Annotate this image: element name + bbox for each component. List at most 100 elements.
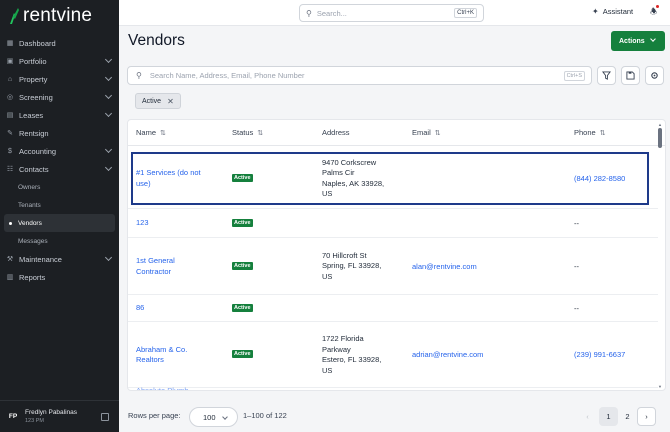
sidebar-item-label: Leases [19, 110, 44, 120]
vendor-phone: -- [574, 261, 579, 271]
status-badge: Active [232, 303, 253, 312]
sort-icon[interactable]: ⇅ [257, 130, 263, 137]
save-view-button[interactable] [621, 66, 640, 85]
sidebar-item-maintenance[interactable]: ⚒ Maintenance [0, 250, 119, 268]
sidebar-subitem-vendors[interactable]: Vendors [4, 214, 115, 232]
sidebar-subitem-owners[interactable]: Owners [0, 178, 119, 196]
bell-icon[interactable]: 🕭 [650, 6, 657, 20]
vendor-email-link[interactable]: adrian@rentvine.com [412, 350, 483, 361]
column-email-label: Email [412, 128, 431, 137]
scroll-up-icon[interactable]: ▲ [658, 122, 662, 127]
sidebar-item-accounting[interactable]: $ Accounting [0, 142, 119, 160]
column-header-status[interactable]: Status ⇅ [232, 128, 263, 137]
next-page-button[interactable]: › [637, 407, 656, 426]
sort-icon[interactable]: ⇅ [435, 130, 441, 137]
contacts-icon: ☷ [6, 166, 14, 173]
page-number: 2 [625, 412, 630, 421]
sidebar-subitem-messages[interactable]: Messages [0, 232, 119, 250]
user-profile[interactable]: FP Fredlyn Pabalinas 123 PM [0, 400, 119, 432]
scroll-down-icon[interactable]: ▼ [658, 384, 662, 389]
vendor-email-link[interactable]: alan@rentvine.com [412, 262, 477, 273]
sort-icon[interactable]: ⇅ [600, 130, 606, 137]
vendor-address-line: Estero, FL 33928, [322, 355, 382, 364]
vendor-address-line: US [322, 365, 333, 375]
vendor-search-shortcut: Ctrl+S [563, 71, 585, 81]
sidebar-subitem-label: Owners [18, 183, 41, 191]
user-name: Fredlyn Pabalinas [25, 409, 78, 416]
logo[interactable]: rentvine [0, 0, 119, 32]
property-icon: ⌂ [7, 75, 13, 83]
table-row[interactable]: 1st General Contractor Active 70 Hillcroft … [128, 238, 658, 295]
gear-icon [651, 72, 658, 79]
search-icon: ⚲ [306, 8, 312, 18]
sidebar-item-contacts[interactable]: ☷ Contacts [0, 160, 119, 178]
vendor-search-input[interactable]: ⚲ Search Name, Address, Email, Phone Num… [127, 66, 592, 85]
sidebar-item-leases[interactable]: ▤ Leases [0, 106, 119, 124]
avatar: FP [8, 413, 18, 420]
save-icon [626, 71, 635, 80]
table-row[interactable]: Abraham & Co. Realtors Active 1722 Florida P… [128, 322, 658, 388]
search-placeholder: Search... [316, 8, 347, 18]
sidebar-item-screening[interactable]: ◎ Screening [0, 88, 119, 106]
user-menu-icon[interactable] [101, 413, 109, 421]
table-row[interactable]: 86 Active -- [128, 295, 658, 322]
page-number: 1 [606, 412, 611, 421]
filter-button[interactable] [597, 66, 616, 85]
table-row[interactable]: #1 Services (do not use) Active 9470 Corksc… [128, 148, 658, 209]
sidebar-item-reports[interactable]: ▥ Reports [0, 268, 119, 286]
vendor-phone: -- [574, 303, 579, 313]
column-header-email[interactable]: Email ⇅ [412, 128, 441, 137]
table-row[interactable]: 123 Active -- [128, 209, 658, 238]
sidebar-item-label: Rentsign [19, 128, 49, 138]
sidebar-item-label: Reports [19, 272, 46, 282]
status-badge: Active [232, 350, 253, 358]
sort-icon[interactable]: ⇅ [160, 130, 166, 137]
close-icon[interactable]: ✕ [167, 97, 174, 106]
status-badge: Active [232, 261, 253, 270]
leases-icon: ▤ [6, 112, 14, 119]
settings-button[interactable] [645, 66, 664, 85]
accounting-icon: $ [8, 147, 12, 155]
vendor-address-line: Spring, FL 33928, [322, 261, 382, 271]
assistant-button[interactable]: ✦ Assistant [592, 7, 633, 16]
vendor-phone: -- [574, 218, 579, 228]
active-dot [9, 222, 12, 225]
actions-button[interactable]: Actions [611, 31, 665, 51]
sidebar-item-portfolio[interactable]: ▣ Portfolio [0, 52, 119, 70]
column-header-phone[interactable]: Phone ⇅ [574, 128, 606, 137]
sidebar-item-rentsign[interactable]: ✎ Rentsign [0, 124, 119, 142]
reports-icon: ▥ [6, 274, 14, 281]
page-button-1[interactable]: 1 [599, 407, 618, 426]
vendor-name-link[interactable]: 1st General Contractor [136, 256, 175, 277]
vendors-table: Name ⇅ Status ⇅ Address Email ⇅ Phone ⇅ #1 S… [127, 119, 666, 391]
chevron-down-icon [104, 55, 113, 64]
vendor-name-link-line: Realtors [136, 355, 164, 364]
page-button-2[interactable]: 2 [618, 407, 637, 426]
vendor-phone[interactable]: (239) 991-6637 [574, 350, 625, 361]
app-root: rentvine ▦ Dashboard ▣ Portfolio ⌂ Property ◎ S… [0, 0, 670, 432]
chevron-down-icon [104, 91, 113, 100]
rows-per-page-label: Rows per page: [128, 411, 181, 420]
vendor-name-link[interactable]: 86 [136, 303, 144, 314]
chevron-down-icon [104, 73, 113, 82]
vendor-address-line: US [322, 271, 333, 281]
screening-icon: ◎ [6, 94, 14, 101]
vendor-name-link-line: 123 [136, 218, 149, 228]
sidebar-item-property[interactable]: ⌂ Property [0, 70, 119, 88]
vendor-name-link-line: 86 [136, 303, 145, 313]
sidebar-item-dashboard[interactable]: ▦ Dashboard [0, 34, 119, 52]
sidebar-subitem-tenants[interactable]: Tenants [0, 196, 119, 214]
active-filter-chip[interactable]: Active ✕ [135, 93, 181, 109]
vendor-name-link[interactable]: Abraham & Co. Realtors [136, 345, 187, 366]
prev-page-button[interactable]: ‹ [578, 407, 597, 426]
column-phone-label: Phone [574, 128, 596, 137]
vendor-name-link[interactable]: 123 [136, 218, 149, 229]
column-header-name[interactable]: Name ⇅ [136, 128, 166, 137]
user-company: 123 PM [25, 418, 44, 424]
global-search-input[interactable]: ⚲ Search... Ctrl+K [299, 4, 484, 22]
assistant-label: Assistant [602, 7, 634, 16]
table-scrollbar[interactable] [658, 128, 662, 148]
rows-per-page-select[interactable]: 100 [189, 407, 238, 427]
maintenance-icon: ⚒ [6, 256, 14, 263]
portfolio-icon: ▣ [6, 58, 14, 65]
